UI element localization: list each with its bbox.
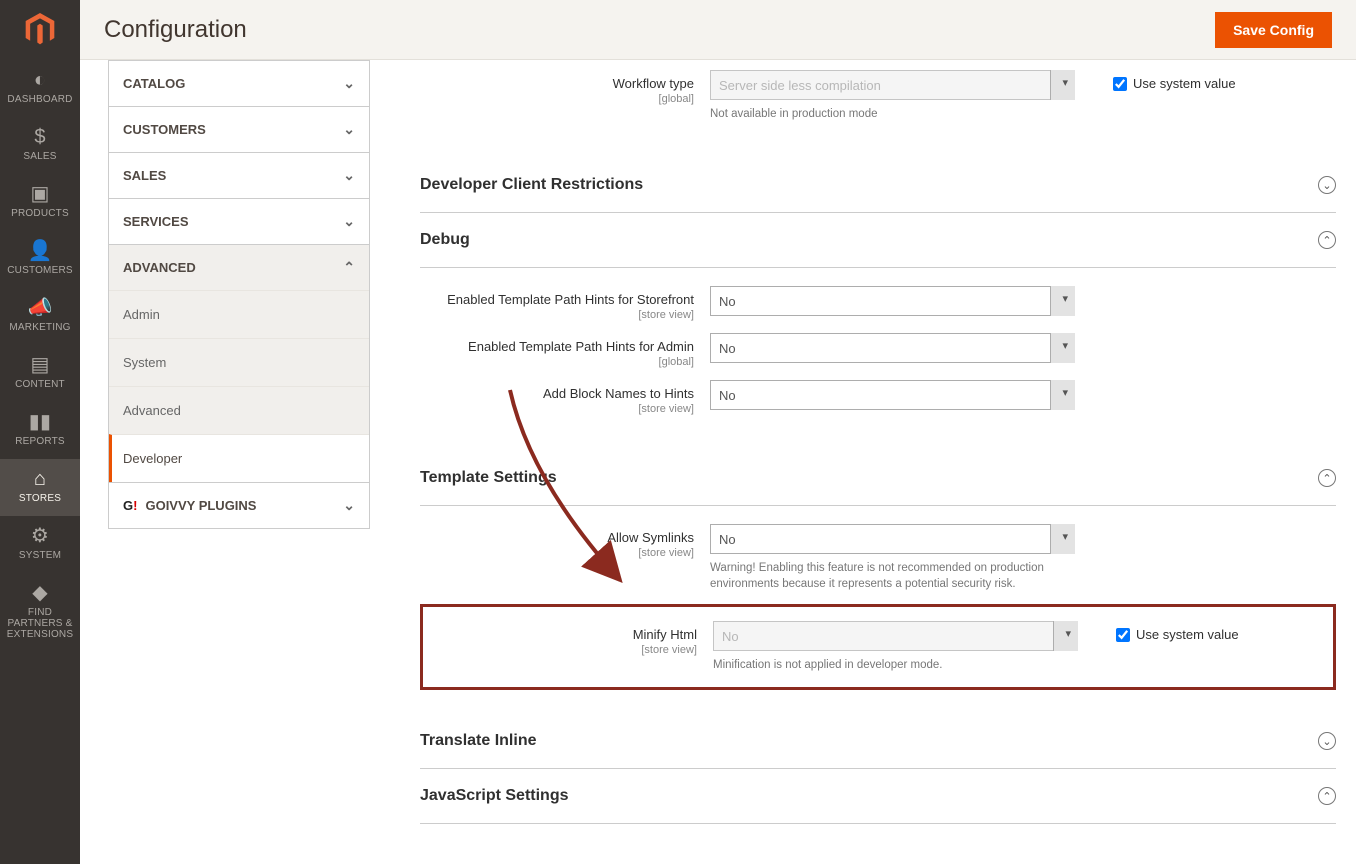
nav-reports[interactable]: ▮▮REPORTS: [0, 402, 80, 459]
workflow-use-system-checkbox[interactable]: [1113, 77, 1127, 91]
nav-products[interactable]: ▣PRODUCTS: [0, 174, 80, 231]
magento-logo-icon: [23, 13, 57, 47]
page-header: Configuration Save Config: [80, 0, 1356, 60]
collapse-icon: ⌃: [1318, 469, 1336, 487]
expand-icon: ⌄: [1318, 732, 1336, 750]
admin-icon-nav: ◐DASHBOARD $SALES ▣PRODUCTS 👤CUSTOMERS 📣…: [0, 0, 80, 864]
conf-advanced-submenu: Admin System Advanced Developer: [109, 290, 369, 482]
collapse-icon: ⌃: [1318, 231, 1336, 249]
sales-icon: $: [4, 127, 76, 147]
template-hints-admin-select[interactable]: No: [710, 333, 1075, 363]
conf-tab-customers[interactable]: CUSTOMERS⌄: [108, 107, 370, 153]
symlinks-warning: Warning! Enabling this feature is not re…: [710, 560, 1075, 592]
products-icon: ▣: [4, 184, 76, 204]
field-template-hints-admin: Enabled Template Path Hints for Admin[gl…: [420, 333, 1336, 368]
nav-dashboard[interactable]: ◐DASHBOARD: [0, 60, 80, 117]
section-debug[interactable]: Debug ⌃: [420, 213, 1336, 268]
allow-symlinks-select[interactable]: No: [710, 524, 1075, 554]
conf-sub-system[interactable]: System: [109, 338, 369, 386]
nav-system[interactable]: ⚙SYSTEM: [0, 516, 80, 573]
chevron-down-icon: ⌄: [343, 121, 355, 138]
marketing-icon: 📣: [4, 298, 76, 318]
collapse-icon: ⌃: [1318, 787, 1336, 805]
conf-tab-sales[interactable]: SALES⌄: [108, 153, 370, 199]
minify-html-select: No: [713, 621, 1078, 651]
minify-use-system-checkbox[interactable]: [1116, 628, 1130, 642]
field-workflow-type: Workflow type[global] Server side less c…: [420, 70, 1336, 122]
chevron-down-icon: ⌄: [343, 75, 355, 92]
chevron-down-icon: ⌄: [343, 213, 355, 230]
conf-sub-advanced[interactable]: Advanced: [109, 386, 369, 434]
field-allow-symlinks: Allow Symlinks[store view] No Warning! E…: [420, 524, 1336, 592]
minify-use-system[interactable]: Use system value: [1078, 621, 1239, 642]
minify-html-highlight: Minify Html[store view] No Minification …: [420, 604, 1336, 690]
customers-icon: 👤: [4, 241, 76, 261]
field-template-hints-storefront: Enabled Template Path Hints for Storefro…: [420, 286, 1336, 321]
config-sidebar: CATALOG⌄ CUSTOMERS⌄ SALES⌄ SERVICES⌄ ADV…: [80, 60, 380, 864]
reports-icon: ▮▮: [4, 412, 76, 432]
config-content: Workflow type[global] Server side less c…: [380, 60, 1356, 864]
field-block-names-hints: Add Block Names to Hints[store view] No: [420, 380, 1336, 415]
chevron-up-icon: ⌃: [343, 259, 355, 276]
workflow-use-system[interactable]: Use system value: [1075, 70, 1236, 91]
nav-partners[interactable]: ◆FIND PARTNERS & EXTENSIONS: [0, 573, 80, 652]
workflow-type-select: Server side less compilation: [710, 70, 1075, 100]
minify-note: Minification is not applied in developer…: [713, 657, 1078, 673]
save-config-button[interactable]: Save Config: [1215, 12, 1332, 48]
stores-icon: ⌂: [4, 469, 76, 489]
section-developer-client-restrictions[interactable]: Developer Client Restrictions ⌄: [420, 158, 1336, 213]
chevron-down-icon: ⌄: [343, 497, 355, 514]
content-icon: ▤: [4, 355, 76, 375]
goivvy-logo-icon: G!: [123, 498, 137, 513]
section-template-settings[interactable]: Template Settings ⌃: [420, 451, 1336, 506]
conf-tab-services[interactable]: SERVICES⌄: [108, 199, 370, 245]
magento-logo: [0, 0, 80, 60]
conf-tab-goivvy-plugins[interactable]: G!GOIVVY PLUGINS⌄: [108, 483, 370, 529]
conf-sub-developer[interactable]: Developer: [109, 434, 369, 482]
dashboard-icon: ◐: [4, 70, 76, 90]
page-title: Configuration: [104, 16, 247, 44]
block-names-hints-select[interactable]: No: [710, 380, 1075, 410]
expand-icon: ⌄: [1318, 176, 1336, 194]
conf-tab-advanced[interactable]: ADVANCED⌃ Admin System Advanced Develope…: [108, 245, 370, 483]
workflow-note: Not available in production mode: [710, 106, 1075, 122]
conf-tab-catalog[interactable]: CATALOG⌄: [108, 60, 370, 107]
nav-customers[interactable]: 👤CUSTOMERS: [0, 231, 80, 288]
chevron-down-icon: ⌄: [343, 167, 355, 184]
section-translate-inline[interactable]: Translate Inline ⌄: [420, 714, 1336, 769]
nav-marketing[interactable]: 📣MARKETING: [0, 288, 80, 345]
section-javascript-settings[interactable]: JavaScript Settings ⌃: [420, 769, 1336, 824]
nav-sales[interactable]: $SALES: [0, 117, 80, 174]
template-hints-storefront-select[interactable]: No: [710, 286, 1075, 316]
nav-content[interactable]: ▤CONTENT: [0, 345, 80, 402]
system-icon: ⚙: [4, 526, 76, 546]
conf-sub-admin[interactable]: Admin: [109, 290, 369, 338]
partners-icon: ◆: [4, 583, 76, 603]
nav-stores[interactable]: ⌂STORES: [0, 459, 80, 516]
